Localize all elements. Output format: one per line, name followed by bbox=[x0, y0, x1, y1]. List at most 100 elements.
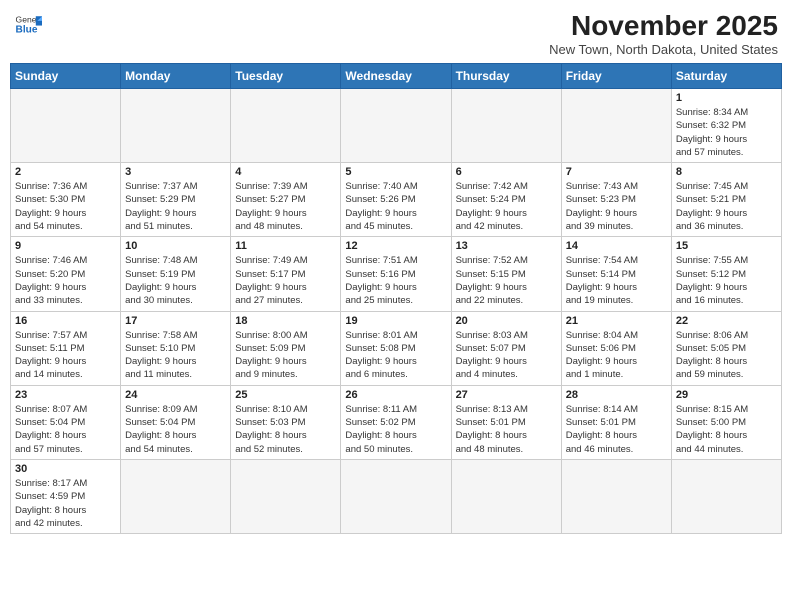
calendar-cell: 22Sunrise: 8:06 AMSunset: 5:05 PMDayligh… bbox=[671, 311, 781, 385]
day-number: 26 bbox=[345, 389, 446, 401]
day-number: 6 bbox=[456, 166, 557, 178]
day-info: Sunrise: 8:13 AMSunset: 5:01 PMDaylight:… bbox=[456, 403, 557, 456]
day-info: Sunrise: 7:36 AMSunset: 5:30 PMDaylight:… bbox=[15, 180, 116, 233]
day-info: Sunrise: 8:17 AMSunset: 4:59 PMDaylight:… bbox=[15, 477, 116, 530]
calendar-cell: 21Sunrise: 8:04 AMSunset: 5:06 PMDayligh… bbox=[561, 311, 671, 385]
day-number: 23 bbox=[15, 389, 116, 401]
logo: General Blue bbox=[14, 10, 42, 38]
calendar-cell: 11Sunrise: 7:49 AMSunset: 5:17 PMDayligh… bbox=[231, 237, 341, 311]
day-number: 30 bbox=[15, 463, 116, 475]
location: New Town, North Dakota, United States bbox=[549, 42, 778, 57]
calendar-cell: 15Sunrise: 7:55 AMSunset: 5:12 PMDayligh… bbox=[671, 237, 781, 311]
day-info: Sunrise: 7:40 AMSunset: 5:26 PMDaylight:… bbox=[345, 180, 446, 233]
calendar-cell: 6 Sunrise: 7:42 AMSunset: 5:24 PMDaylight… bbox=[451, 163, 561, 237]
day-number: 14 bbox=[566, 240, 667, 252]
calendar-cell bbox=[561, 89, 671, 163]
day-number: 3 bbox=[125, 166, 226, 178]
calendar-cell: 30 Sunrise: 8:17 AMSunset: 4:59 PMDayligh… bbox=[11, 459, 121, 533]
day-info: Sunrise: 8:14 AMSunset: 5:01 PMDaylight:… bbox=[566, 403, 667, 456]
calendar-cell bbox=[121, 459, 231, 533]
day-info: Sunrise: 8:34 AMSunset: 6:32 PMDaylight:… bbox=[676, 106, 777, 159]
day-info: Sunrise: 7:54 AMSunset: 5:14 PMDaylight:… bbox=[566, 254, 667, 307]
calendar-cell: 16Sunrise: 7:57 AMSunset: 5:11 PMDayligh… bbox=[11, 311, 121, 385]
day-info: Sunrise: 8:04 AMSunset: 5:06 PMDaylight:… bbox=[566, 329, 667, 382]
calendar-cell: 25 Sunrise: 8:10 AMSunset: 5:03 PMDayligh… bbox=[231, 385, 341, 459]
day-number: 9 bbox=[15, 240, 116, 252]
calendar-cell: 1 Sunrise: 8:34 AMSunset: 6:32 PMDaylight… bbox=[671, 89, 781, 163]
calendar-cell bbox=[11, 89, 121, 163]
page-header: General Blue November 2025 New Town, Nor… bbox=[10, 10, 782, 57]
calendar-cell bbox=[121, 89, 231, 163]
calendar-cell: 23 Sunrise: 8:07 AMSunset: 5:04 PMDayligh… bbox=[11, 385, 121, 459]
day-number: 10 bbox=[125, 240, 226, 252]
calendar-cell: 10 Sunrise: 7:48 AMSunset: 5:19 PMDayligh… bbox=[121, 237, 231, 311]
day-number: 12 bbox=[345, 240, 446, 252]
calendar-week-row: 23 Sunrise: 8:07 AMSunset: 5:04 PMDayligh… bbox=[11, 385, 782, 459]
weekday-header-monday: Monday bbox=[121, 64, 231, 89]
day-number: 18 bbox=[235, 315, 336, 327]
day-number: 1 bbox=[676, 92, 777, 104]
day-number: 4 bbox=[235, 166, 336, 178]
month-title: November 2025 bbox=[549, 10, 778, 42]
day-info: Sunrise: 8:15 AMSunset: 5:00 PMDaylight:… bbox=[676, 403, 777, 456]
logo-icon: General Blue bbox=[14, 10, 42, 38]
calendar-table: SundayMondayTuesdayWednesdayThursdayFrid… bbox=[10, 63, 782, 534]
day-number: 25 bbox=[235, 389, 336, 401]
calendar-week-row: 30 Sunrise: 8:17 AMSunset: 4:59 PMDayligh… bbox=[11, 459, 782, 533]
calendar-cell: 28Sunrise: 8:14 AMSunset: 5:01 PMDayligh… bbox=[561, 385, 671, 459]
day-number: 8 bbox=[676, 166, 777, 178]
weekday-header-sunday: Sunday bbox=[11, 64, 121, 89]
calendar-week-row: 2 Sunrise: 7:36 AMSunset: 5:30 PMDaylight… bbox=[11, 163, 782, 237]
svg-text:Blue: Blue bbox=[16, 25, 38, 36]
weekday-header-thursday: Thursday bbox=[451, 64, 561, 89]
weekday-header-wednesday: Wednesday bbox=[341, 64, 451, 89]
calendar-cell: 4 Sunrise: 7:39 AMSunset: 5:27 PMDaylight… bbox=[231, 163, 341, 237]
calendar-cell: 5 Sunrise: 7:40 AMSunset: 5:26 PMDaylight… bbox=[341, 163, 451, 237]
calendar-cell: 20Sunrise: 8:03 AMSunset: 5:07 PMDayligh… bbox=[451, 311, 561, 385]
day-number: 2 bbox=[15, 166, 116, 178]
calendar-cell: 3 Sunrise: 7:37 AMSunset: 5:29 PMDaylight… bbox=[121, 163, 231, 237]
weekday-header-friday: Friday bbox=[561, 64, 671, 89]
weekday-header-saturday: Saturday bbox=[671, 64, 781, 89]
day-info: Sunrise: 8:11 AMSunset: 5:02 PMDaylight:… bbox=[345, 403, 446, 456]
day-number: 27 bbox=[456, 389, 557, 401]
day-info: Sunrise: 7:55 AMSunset: 5:12 PMDaylight:… bbox=[676, 254, 777, 307]
day-number: 20 bbox=[456, 315, 557, 327]
calendar-cell bbox=[671, 459, 781, 533]
calendar-cell: 19 Sunrise: 8:01 AMSunset: 5:08 PMDayligh… bbox=[341, 311, 451, 385]
calendar-cell: 2 Sunrise: 7:36 AMSunset: 5:30 PMDaylight… bbox=[11, 163, 121, 237]
day-info: Sunrise: 7:37 AMSunset: 5:29 PMDaylight:… bbox=[125, 180, 226, 233]
calendar-cell bbox=[451, 459, 561, 533]
day-info: Sunrise: 7:58 AMSunset: 5:10 PMDaylight:… bbox=[125, 329, 226, 382]
title-area: November 2025 New Town, North Dakota, Un… bbox=[549, 10, 778, 57]
day-number: 17 bbox=[125, 315, 226, 327]
day-info: Sunrise: 8:09 AMSunset: 5:04 PMDaylight:… bbox=[125, 403, 226, 456]
day-info: Sunrise: 7:48 AMSunset: 5:19 PMDaylight:… bbox=[125, 254, 226, 307]
day-info: Sunrise: 8:10 AMSunset: 5:03 PMDaylight:… bbox=[235, 403, 336, 456]
day-info: Sunrise: 8:00 AMSunset: 5:09 PMDaylight:… bbox=[235, 329, 336, 382]
day-info: Sunrise: 8:01 AMSunset: 5:08 PMDaylight:… bbox=[345, 329, 446, 382]
calendar-cell: 17 Sunrise: 7:58 AMSunset: 5:10 PMDayligh… bbox=[121, 311, 231, 385]
calendar-cell bbox=[561, 459, 671, 533]
calendar-cell: 18 Sunrise: 8:00 AMSunset: 5:09 PMDayligh… bbox=[231, 311, 341, 385]
day-number: 5 bbox=[345, 166, 446, 178]
calendar-cell: 29Sunrise: 8:15 AMSunset: 5:00 PMDayligh… bbox=[671, 385, 781, 459]
day-number: 24 bbox=[125, 389, 226, 401]
calendar-cell bbox=[451, 89, 561, 163]
calendar-cell bbox=[231, 459, 341, 533]
day-info: Sunrise: 7:52 AMSunset: 5:15 PMDaylight:… bbox=[456, 254, 557, 307]
day-number: 13 bbox=[456, 240, 557, 252]
weekday-header-tuesday: Tuesday bbox=[231, 64, 341, 89]
day-info: Sunrise: 7:51 AMSunset: 5:16 PMDaylight:… bbox=[345, 254, 446, 307]
day-info: Sunrise: 7:45 AMSunset: 5:21 PMDaylight:… bbox=[676, 180, 777, 233]
day-info: Sunrise: 8:07 AMSunset: 5:04 PMDaylight:… bbox=[15, 403, 116, 456]
calendar-cell: 7Sunrise: 7:43 AMSunset: 5:23 PMDaylight… bbox=[561, 163, 671, 237]
day-number: 16 bbox=[15, 315, 116, 327]
day-info: Sunrise: 7:42 AMSunset: 5:24 PMDaylight:… bbox=[456, 180, 557, 233]
calendar-cell: 14 Sunrise: 7:54 AMSunset: 5:14 PMDayligh… bbox=[561, 237, 671, 311]
day-number: 7 bbox=[566, 166, 667, 178]
calendar-cell: 9Sunrise: 7:46 AMSunset: 5:20 PMDaylight… bbox=[11, 237, 121, 311]
day-info: Sunrise: 7:39 AMSunset: 5:27 PMDaylight:… bbox=[235, 180, 336, 233]
day-number: 11 bbox=[235, 240, 336, 252]
day-number: 19 bbox=[345, 315, 446, 327]
